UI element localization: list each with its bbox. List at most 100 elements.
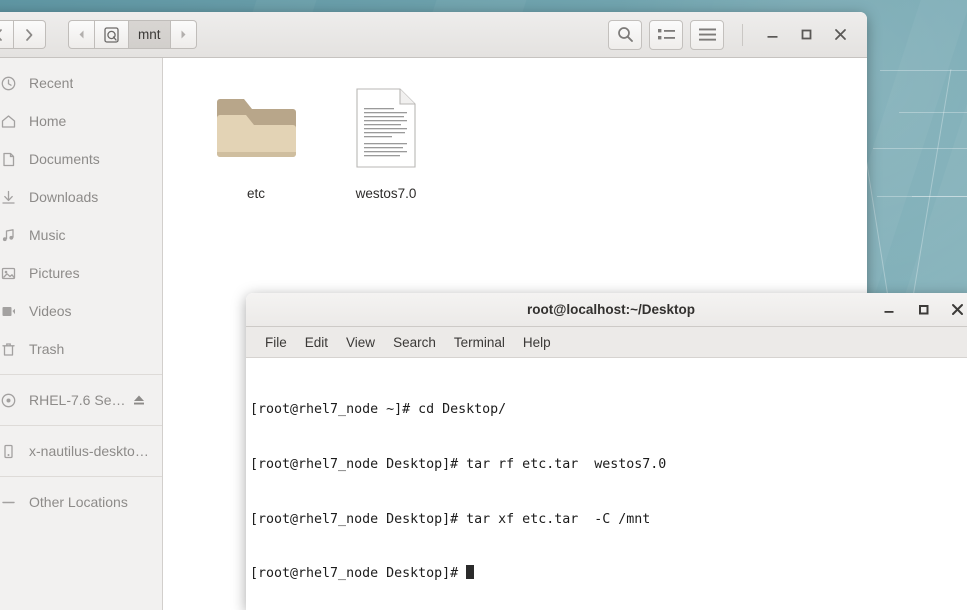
breadcrumb-current-mnt[interactable]: mnt [129, 20, 171, 49]
forward-button[interactable] [14, 20, 46, 49]
menu-view[interactable]: View [337, 327, 384, 358]
sidebar-item-label: Music [29, 227, 66, 243]
sidebar-divider [0, 425, 162, 426]
terminal-line: [root@rhel7_node Desktop]# tar rf etc.ta… [250, 457, 667, 472]
file-item-etc[interactable]: etc [191, 80, 321, 201]
menu-file[interactable]: File [256, 327, 296, 358]
sidebar-item-label: x-nautilus-deskto… [29, 443, 149, 459]
sidebar-item-label: Documents [29, 151, 100, 167]
sidebar-item-label: RHEL-7.6 Se… [29, 392, 126, 408]
breadcrumb-next-button[interactable] [170, 20, 197, 49]
sidebar-item-rhel-media[interactable]: RHEL-7.6 Se… [0, 381, 162, 419]
sidebar-item-videos[interactable]: Videos [0, 292, 162, 330]
sidebar-divider [0, 374, 162, 375]
maximize-icon [801, 29, 811, 40]
hamburger-menu-icon [698, 28, 716, 41]
terminal-cursor [466, 565, 475, 580]
terminal-menubar: File Edit View Search Terminal Help [246, 327, 967, 358]
downloads-icon [0, 189, 17, 206]
caret-left-icon [79, 30, 84, 39]
chevron-left-icon [0, 28, 2, 41]
breadcrumb-current-label: mnt [138, 27, 161, 42]
sidebar-item-documents[interactable]: Documents [0, 140, 162, 178]
terminal-window[interactable]: root@localhost:~/Desktop File Edit View … [246, 293, 967, 610]
sidebar-item-label: Videos [29, 303, 72, 319]
sidebar-item-music[interactable]: Music [0, 216, 162, 254]
file-name-label: westos7.0 [355, 186, 417, 201]
minimize-icon [767, 36, 777, 38]
file-name-label: etc [246, 186, 265, 201]
sidebar-item-other-locations[interactable]: Other Locations [0, 483, 162, 521]
wallpaper-line [912, 196, 967, 197]
sidebar-item-recent[interactable]: Recent [0, 64, 162, 102]
terminal-line: [root@rhel7_node ~]# cd Desktop/ [250, 402, 507, 418]
wallpaper-line [873, 148, 967, 149]
terminal-line: [root@rhel7_node Desktop]# tar xf etc.ta… [250, 511, 651, 527]
terminal-titlebar: root@localhost:~/Desktop [246, 293, 967, 327]
file-grid: etc westos7.0 [191, 80, 867, 201]
home-icon [0, 113, 17, 130]
view-toggle-button[interactable] [649, 19, 683, 50]
caret-right-icon [181, 30, 186, 39]
close-icon [951, 304, 963, 315]
breadcrumb-prev-button[interactable] [68, 20, 95, 49]
menu-edit[interactable]: Edit [296, 327, 337, 358]
desktop: mnt Recent Home Documents Downloads Musi… [0, 0, 967, 610]
sidebar-item-pictures[interactable]: Pictures [0, 254, 162, 292]
trash-icon [0, 341, 17, 358]
clock-icon [0, 75, 17, 92]
list-view-icon [657, 29, 675, 40]
navigation-buttons[interactable] [0, 20, 46, 49]
file-manager-header: mnt [0, 12, 867, 58]
sidebar-item-label: Home [29, 113, 67, 129]
sidebar-item-label: Other Locations [29, 494, 128, 510]
terminal-title: root@localhost:~/Desktop [526, 302, 696, 317]
menu-terminal[interactable]: Terminal [445, 327, 514, 358]
terminal-prompt-text: [root@rhel7_node Desktop]# [250, 566, 467, 582]
terminal-prompt-line: [root@rhel7_node Desktop]# [250, 565, 967, 583]
chevron-right-icon [26, 28, 33, 41]
document-icon [356, 80, 416, 176]
network-icon [0, 494, 17, 511]
terminal-screen[interactable]: [root@rhel7_node ~]# cd Desktop/ [root@r… [246, 358, 967, 610]
sidebar-item-label: Downloads [29, 189, 99, 205]
documents-icon [0, 151, 17, 168]
file-manager-minimize-button[interactable] [755, 20, 789, 50]
sidebar-item-x-nautilus-desktop[interactable]: x-nautilus-deskto… [0, 432, 162, 470]
file-item-westos7-0[interactable]: westos7.0 [321, 80, 451, 201]
sidebar-item-home[interactable]: Home [0, 102, 162, 140]
terminal-maximize-button[interactable] [906, 296, 940, 324]
file-manager-close-button[interactable] [823, 20, 857, 50]
search-icon [617, 27, 633, 42]
terminal-close-button[interactable] [940, 296, 967, 324]
menu-search[interactable]: Search [384, 327, 445, 358]
maximize-icon [918, 305, 928, 315]
sidebar-item-label: Recent [29, 75, 74, 91]
minimize-icon [884, 311, 893, 313]
sidebar-divider [0, 476, 162, 477]
pictures-icon [0, 265, 17, 282]
breadcrumb[interactable]: mnt [68, 20, 197, 49]
close-icon [834, 29, 846, 40]
sidebar-item-label: Trash [29, 341, 65, 357]
search-button[interactable] [608, 19, 642, 50]
folder-icon [214, 80, 299, 176]
back-button[interactable] [0, 20, 14, 49]
menu-button[interactable] [690, 19, 724, 50]
videos-icon [0, 303, 17, 320]
file-manager-toolbar [601, 19, 857, 50]
disc-icon [0, 392, 17, 409]
music-icon [0, 227, 17, 244]
toolbar-divider [742, 23, 743, 46]
drive-icon [104, 26, 119, 43]
drive-icon [0, 443, 17, 460]
wallpaper-line [877, 196, 967, 197]
file-manager-maximize-button[interactable] [789, 20, 823, 50]
sidebar-item-trash[interactable]: Trash [0, 330, 162, 368]
terminal-window-controls [872, 296, 967, 324]
terminal-minimize-button[interactable] [872, 296, 906, 324]
sidebar-item-downloads[interactable]: Downloads [0, 178, 162, 216]
breadcrumb-drive-button[interactable] [95, 20, 129, 49]
menu-help[interactable]: Help [514, 327, 560, 358]
eject-icon[interactable] [132, 393, 146, 407]
